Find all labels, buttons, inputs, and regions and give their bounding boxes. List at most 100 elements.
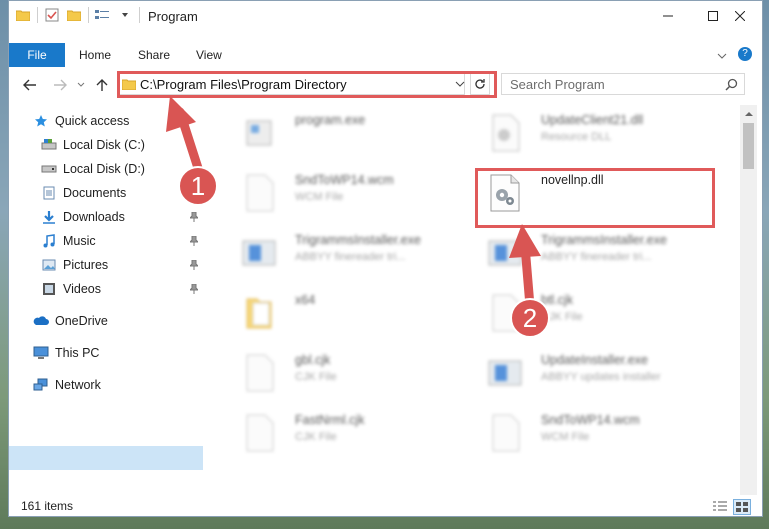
nav-item-quick-access[interactable]: Quick access bbox=[33, 110, 129, 132]
pin-icon[interactable] bbox=[189, 211, 199, 223]
file-type: CJK File bbox=[295, 431, 337, 443]
file-type: WCM File bbox=[295, 191, 344, 203]
scroll-thumb[interactable] bbox=[743, 123, 754, 169]
file-item[interactable]: FastNrml.cjk CJK File bbox=[231, 405, 471, 463]
nav-item-pictures[interactable]: Pictures bbox=[41, 254, 108, 276]
file-name: gbl.cjk bbox=[295, 353, 331, 367]
tab-file[interactable]: File bbox=[9, 43, 65, 67]
search-input[interactable]: Search Program bbox=[501, 73, 745, 95]
nav-item-local-disk-c[interactable]: Local Disk (C:) bbox=[41, 134, 145, 156]
minimize-button[interactable] bbox=[645, 1, 690, 31]
document-icon bbox=[241, 353, 277, 393]
pin-icon[interactable] bbox=[189, 283, 199, 295]
pin-icon[interactable] bbox=[189, 235, 199, 247]
toolbar-divider bbox=[88, 7, 89, 23]
nav-item-label: This PC bbox=[55, 346, 100, 360]
file-item[interactable]: SndToWP14.wcm WCM File bbox=[231, 165, 471, 223]
back-button[interactable] bbox=[19, 75, 41, 95]
tab-view[interactable]: View bbox=[186, 43, 232, 67]
file-type: Resource DLL bbox=[541, 131, 612, 143]
ribbon-tabs: File Home Share View ? bbox=[9, 43, 762, 67]
installer-icon bbox=[487, 233, 523, 273]
recent-locations-chevron-icon[interactable] bbox=[75, 75, 87, 95]
nav-item-label: OneDrive bbox=[55, 314, 108, 328]
file-highlight-box bbox=[475, 168, 715, 228]
nav-item-onedrive[interactable]: OneDrive bbox=[33, 310, 108, 332]
nav-item-label: Local Disk (C:) bbox=[63, 138, 145, 152]
title-bar: Program bbox=[9, 1, 762, 31]
document-icon bbox=[487, 413, 523, 453]
nav-item-label: Local Disk (D:) bbox=[63, 162, 145, 176]
file-list: program.exe UpdateClient21.dll Resource … bbox=[221, 105, 741, 495]
document-icon bbox=[241, 413, 277, 453]
folder-icon bbox=[241, 293, 277, 333]
file-type: WCM File bbox=[541, 431, 590, 443]
file-item[interactable]: TrigrammsInstaller.exe ABBYY finereader … bbox=[477, 225, 717, 283]
document-icon bbox=[241, 173, 277, 213]
file-name: program.exe bbox=[295, 113, 366, 127]
pictures-icon bbox=[41, 257, 57, 273]
properties-icon[interactable] bbox=[44, 7, 60, 23]
drive-icon bbox=[41, 137, 57, 153]
installer-icon bbox=[487, 353, 523, 393]
step-2-badge: 2 bbox=[510, 298, 550, 338]
file-name: FastNrml.cjk bbox=[295, 413, 365, 427]
file-explorer-window: Program File Home Share View ? C:\Progra… bbox=[8, 0, 763, 517]
forward-button[interactable] bbox=[49, 75, 71, 95]
star-icon bbox=[33, 113, 49, 129]
close-button[interactable] bbox=[717, 1, 762, 31]
exe-icon bbox=[241, 113, 277, 153]
nav-item-local-disk-d[interactable]: Local Disk (D:) bbox=[41, 158, 145, 180]
file-item[interactable]: program.exe bbox=[231, 105, 471, 163]
expand-ribbon-chevron-icon[interactable] bbox=[717, 49, 727, 63]
tab-home[interactable]: Home bbox=[69, 43, 121, 67]
file-item[interactable]: gbl.cjk CJK File bbox=[231, 345, 471, 403]
tab-share[interactable]: Share bbox=[128, 43, 180, 67]
folder-icon[interactable] bbox=[15, 7, 31, 23]
toolbar-divider bbox=[37, 7, 38, 23]
step-1-badge: 1 bbox=[178, 166, 218, 206]
navigation-pane: Quick access Local Disk (C:) Local Disk … bbox=[9, 105, 211, 495]
view-options-icon[interactable] bbox=[95, 7, 111, 23]
file-item[interactable]: x64 bbox=[231, 285, 471, 343]
new-folder-icon[interactable] bbox=[66, 7, 82, 23]
file-name: SndToWP14.wcm bbox=[541, 413, 640, 427]
file-item[interactable]: UpdateInstaller.exe ABBYY updates instal… bbox=[477, 345, 717, 403]
help-icon[interactable]: ? bbox=[738, 47, 752, 61]
dll-icon bbox=[487, 113, 523, 153]
file-item[interactable]: TrigrammsInstaller.exe ABBYY finereader … bbox=[231, 225, 471, 283]
file-name: UpdateInstaller.exe bbox=[541, 353, 649, 367]
music-icon bbox=[41, 233, 57, 249]
up-button[interactable] bbox=[91, 75, 113, 95]
vertical-scrollbar[interactable] bbox=[740, 105, 757, 495]
search-placeholder: Search Program bbox=[510, 77, 605, 92]
pin-icon[interactable] bbox=[189, 259, 199, 271]
computer-icon bbox=[33, 345, 49, 361]
file-name: UpdateClient21.dll bbox=[541, 113, 644, 127]
window-title: Program bbox=[148, 9, 198, 24]
nav-item-network[interactable]: Network bbox=[33, 374, 101, 396]
file-name: SndToWP14.wcm bbox=[295, 173, 394, 187]
nav-item-label: Music bbox=[63, 234, 96, 248]
nav-item-this-pc[interactable]: This PC bbox=[33, 342, 99, 364]
nav-item-label: Quick access bbox=[55, 114, 130, 128]
installer-icon bbox=[241, 233, 277, 273]
large-icons-view-icon[interactable] bbox=[733, 499, 751, 515]
nav-item-documents[interactable]: Documents bbox=[41, 182, 126, 204]
file-type: ABBYY finereader tri... bbox=[295, 251, 406, 263]
videos-icon bbox=[41, 281, 57, 297]
nav-item-label: Videos bbox=[63, 282, 101, 296]
network-icon bbox=[33, 377, 49, 393]
file-type: ABBYY finereader tri... bbox=[541, 251, 652, 263]
toolbar-divider bbox=[139, 7, 140, 23]
nav-item-downloads[interactable]: Downloads bbox=[41, 206, 125, 228]
documents-icon bbox=[41, 185, 57, 201]
search-icon bbox=[725, 78, 738, 94]
customize-toolbar-chevron-icon[interactable] bbox=[117, 7, 133, 23]
nav-item-videos[interactable]: Videos bbox=[41, 278, 101, 300]
scroll-up-icon[interactable] bbox=[740, 105, 757, 121]
file-item[interactable]: UpdateClient21.dll Resource DLL bbox=[477, 105, 717, 163]
details-view-icon[interactable] bbox=[712, 499, 728, 513]
file-item[interactable]: SndToWP14.wcm WCM File bbox=[477, 405, 717, 463]
nav-item-music[interactable]: Music bbox=[41, 230, 96, 252]
